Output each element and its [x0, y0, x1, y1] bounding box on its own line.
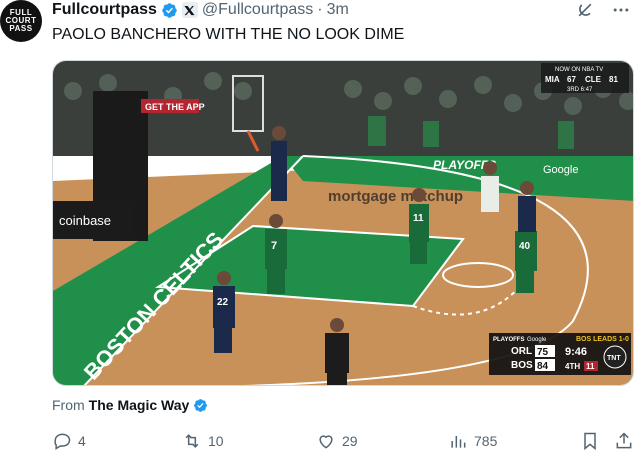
views-button[interactable]: 785: [448, 430, 497, 452]
from-label: From: [52, 397, 85, 413]
svg-text:40: 40: [519, 241, 531, 252]
court-sponsor-text: mortgage matchup: [328, 188, 463, 205]
banner-text: GET THE APP: [145, 102, 205, 112]
svg-text:Google: Google: [527, 337, 547, 343]
player-celtics-0: [481, 161, 499, 212]
affiliate-badge-icon: [181, 2, 198, 18]
reply-button[interactable]: 4: [52, 430, 86, 452]
svg-text:67: 67: [567, 75, 576, 84]
like-button[interactable]: 29: [316, 430, 358, 452]
verified-badge-icon: [194, 398, 208, 412]
heart-icon: [319, 435, 333, 449]
grok-icon[interactable]: [575, 0, 595, 20]
separator-dot: ·: [317, 1, 323, 18]
svg-text:TNT: TNT: [607, 355, 621, 362]
top-actions: [575, 0, 631, 20]
reply-count: 4: [78, 433, 86, 449]
svg-text:MIA: MIA: [545, 75, 560, 84]
source-name-link[interactable]: The Magic Way: [89, 397, 190, 413]
svg-text:11: 11: [413, 213, 424, 224]
view-count: 785: [474, 433, 498, 449]
display-name[interactable]: Fullcourtpass: [52, 1, 157, 19]
tweet-header: Fullcourtpass @Fullcourtpass · 3m: [52, 0, 349, 20]
reply-icon: [54, 433, 71, 450]
bookmark-button[interactable]: [580, 430, 600, 452]
svg-text:PLAYOFFS: PLAYOFFS: [493, 337, 524, 343]
bookmark-icon: [584, 432, 596, 451]
svg-text:3RD 6:47: 3RD 6:47: [567, 87, 593, 93]
avatar-line-3: PASS: [9, 24, 33, 33]
repost-icon: [185, 434, 199, 448]
svg-text:75: 75: [537, 347, 549, 358]
svg-text:81: 81: [609, 75, 618, 84]
svg-text:BOS: BOS: [511, 360, 533, 371]
svg-text:ORL: ORL: [511, 346, 532, 357]
svg-text:4TH: 4TH: [565, 362, 580, 371]
action-bar: 4 10 29 785: [52, 430, 634, 452]
share-button[interactable]: [614, 430, 634, 452]
more-options-icon[interactable]: [611, 0, 631, 20]
coinbase-text: coinbase: [59, 213, 111, 228]
views-icon: [451, 436, 466, 448]
scoreboard: PLAYOFFS Google BOS LEADS 1-0 ORL 75 BOS…: [489, 333, 631, 375]
svg-text:22: 22: [217, 297, 229, 308]
svg-text:BOS LEADS 1-0: BOS LEADS 1-0: [576, 336, 629, 343]
top-score-bug: NOW ON NBA TV MIA 67 CLE 81 3RD 6:47: [541, 63, 629, 93]
video-player[interactable]: BOSTON CELTICS mortgage matchup PLAYOFFS…: [52, 60, 634, 386]
svg-text:CLE: CLE: [585, 75, 602, 84]
svg-text:84: 84: [537, 361, 549, 372]
like-count: 29: [342, 433, 358, 449]
svg-text:7: 7: [271, 240, 277, 252]
svg-text:11: 11: [586, 362, 595, 371]
tweet-text: PAOLO BANCHERO WITH THE NO LOOK DIME: [52, 26, 405, 43]
court-fans-text: Google: [543, 164, 578, 176]
timestamp[interactable]: 3m: [327, 1, 349, 19]
share-icon: [616, 432, 632, 449]
svg-text:9:46: 9:46: [565, 346, 587, 358]
source-attribution: From The Magic Way: [52, 397, 208, 413]
handle[interactable]: @Fullcourtpass: [202, 1, 313, 19]
avatar[interactable]: FULL COURT PASS: [0, 0, 42, 42]
svg-text:NOW ON NBA TV: NOW ON NBA TV: [555, 67, 603, 73]
repost-count: 10: [208, 433, 224, 449]
player-magic-far: [518, 181, 536, 232]
repost-button[interactable]: 10: [182, 430, 224, 452]
verified-badge-icon: [162, 2, 177, 18]
